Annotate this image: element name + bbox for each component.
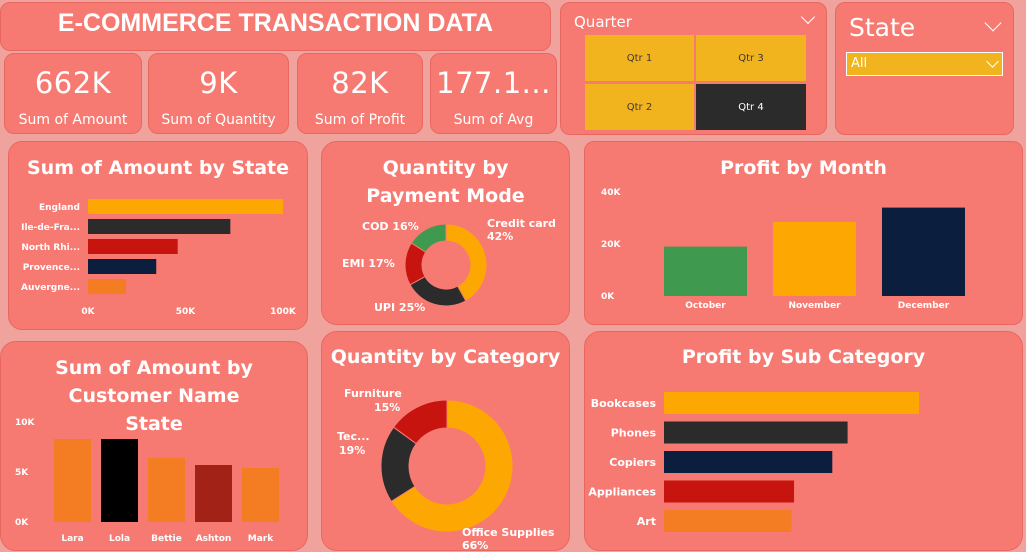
category-label: Bookcases xyxy=(591,397,657,410)
bar xyxy=(88,219,231,234)
bar xyxy=(242,468,279,522)
tick-label: 5K xyxy=(15,468,29,478)
state-dropdown-value: All xyxy=(851,56,868,71)
bar xyxy=(101,439,138,522)
dashboard-title-card: E-COMMERCE TRANSACTION DATA xyxy=(0,2,551,51)
bar xyxy=(148,458,185,522)
category-label: Auvergne... xyxy=(21,283,80,293)
profit-by-sub-category-card: Profit by Sub Category Bookcases Phones Co… xyxy=(584,331,1023,551)
amount-by-state-card: Sum of Amount by State England Ile-de-Fra… xyxy=(8,141,308,330)
data-label: UPI 25% xyxy=(374,301,425,314)
tick-label: 0K xyxy=(15,518,29,528)
tick-label: 20K xyxy=(601,240,622,250)
quarter-option-qtr-4[interactable]: Qtr 4 xyxy=(696,84,806,130)
kpi-card-sum-of-quantity[interactable]: 9K Sum of Quantity xyxy=(148,53,289,134)
kpi-label: Sum of Profit xyxy=(314,112,406,128)
category-label: Lola xyxy=(109,534,130,544)
payment-mode-card: Quantity by Payment Mode Credit card 42% U… xyxy=(321,141,570,325)
kpi-label: Sum of Amount xyxy=(18,112,128,128)
state-dropdown[interactable]: All xyxy=(846,52,1003,76)
category-label: North Rhi... xyxy=(21,243,80,253)
tick-label: 10K xyxy=(15,418,36,428)
bar xyxy=(88,239,178,254)
data-label: Tec... xyxy=(337,430,370,443)
data-label: EMI 17% xyxy=(342,257,395,270)
kpi-card-sum-of-profit[interactable]: 82K Sum of Profit xyxy=(297,53,423,134)
data-label: 19% xyxy=(339,444,365,457)
category-label: Copiers xyxy=(609,456,656,469)
category-label: England xyxy=(39,203,80,213)
category-label: November xyxy=(788,301,841,311)
quarter-option-qtr-3[interactable]: Qtr 3 xyxy=(696,35,806,81)
bar xyxy=(882,207,965,296)
data-label: 66% xyxy=(462,539,488,552)
category-label: Bettie xyxy=(151,534,182,544)
data-label: Office Supplies xyxy=(462,526,555,539)
bar xyxy=(773,221,856,296)
chevron-down-icon[interactable] xyxy=(984,14,1002,32)
quarter-slicer-title: Quarter xyxy=(574,13,632,31)
tick-label: 0K xyxy=(81,307,95,317)
bar xyxy=(664,392,919,414)
bar xyxy=(88,279,127,294)
kpi-value: 82K xyxy=(331,66,389,100)
category-label: Appliances xyxy=(588,486,656,499)
category-label: Lara xyxy=(61,534,83,544)
tick-label: 50K xyxy=(176,307,197,317)
bar xyxy=(664,451,833,473)
chevron-down-icon xyxy=(986,55,999,68)
amount-by-customer-card: Sum of Amount by Customer Name State 0K 5… xyxy=(0,341,308,551)
category-label: Ile-de-Fra... xyxy=(21,223,80,233)
category-label: Phones xyxy=(611,427,657,440)
bar xyxy=(54,439,91,522)
category-label: Provence... xyxy=(23,263,80,273)
bar xyxy=(88,259,157,274)
quarter-slicer: Quarter Qtr 1 Qtr 3 Qtr 2 Qtr 4 xyxy=(560,2,827,135)
category-label: December xyxy=(898,301,950,311)
data-label: 15% xyxy=(374,401,400,414)
bar xyxy=(664,246,747,296)
data-label: 42% xyxy=(487,230,513,243)
bar xyxy=(664,480,795,503)
tick-label: 40K xyxy=(601,188,622,198)
kpi-value: 9K xyxy=(199,66,238,100)
quantity-by-category-donut-chart: Office Supplies66% Tec...19% Furniture15% xyxy=(337,387,555,552)
amount-by-customer-chart: 0K 5K 10K Lara Lola Bettie Ashton Mark xyxy=(15,418,279,544)
chevron-down-icon[interactable] xyxy=(800,9,816,25)
profit-by-month-card: Profit by Month 0K 20K 40K October November D… xyxy=(584,141,1023,325)
data-label: Credit card xyxy=(487,217,556,230)
category-label: Ashton xyxy=(196,534,232,544)
category-label: Art xyxy=(637,515,656,528)
quarter-option-qtr-2[interactable]: Qtr 2 xyxy=(585,84,694,130)
category-label: Mark xyxy=(248,534,274,544)
profit-by-sub-category-chart: Bookcases Phones Copiers Appliances Art xyxy=(588,392,919,532)
quantity-by-category-card: Quantity by Category Office Supplies 66% T… xyxy=(321,331,570,552)
state-slicer: State All xyxy=(835,2,1014,135)
kpi-label: Sum of Quantity xyxy=(161,112,276,128)
amount-by-state-chart: England Ile-de-Fra... North Rhi... Provence… xyxy=(21,199,297,317)
quarter-option-qtr-1[interactable]: Qtr 1 xyxy=(585,35,694,81)
bar xyxy=(664,510,792,532)
kpi-value: 662K xyxy=(34,66,112,100)
payment-mode-donut-chart: Credit card42% UPI 25% EMI 17% COD 16% xyxy=(342,217,556,314)
data-label: COD 16% xyxy=(362,220,419,233)
bar xyxy=(195,465,232,522)
data-label: Furniture xyxy=(344,387,402,400)
tick-label: 0K xyxy=(601,292,615,302)
category-label: October xyxy=(685,301,726,311)
kpi-label: Sum of Avg xyxy=(453,112,534,128)
kpi-card-sum-of-avg[interactable]: 177.1... Sum of Avg xyxy=(430,53,557,134)
profit-by-month-chart: 0K 20K 40K October November December xyxy=(601,188,965,311)
bar xyxy=(88,199,283,214)
kpi-card-sum-of-amount[interactable]: 662K Sum of Amount xyxy=(4,53,142,134)
state-slicer-title: State xyxy=(849,13,916,42)
tick-label: 100K xyxy=(270,307,297,317)
dashboard-title: E-COMMERCE TRANSACTION DATA xyxy=(57,9,494,37)
bar xyxy=(664,421,848,444)
kpi-value: 177.1... xyxy=(436,66,551,100)
